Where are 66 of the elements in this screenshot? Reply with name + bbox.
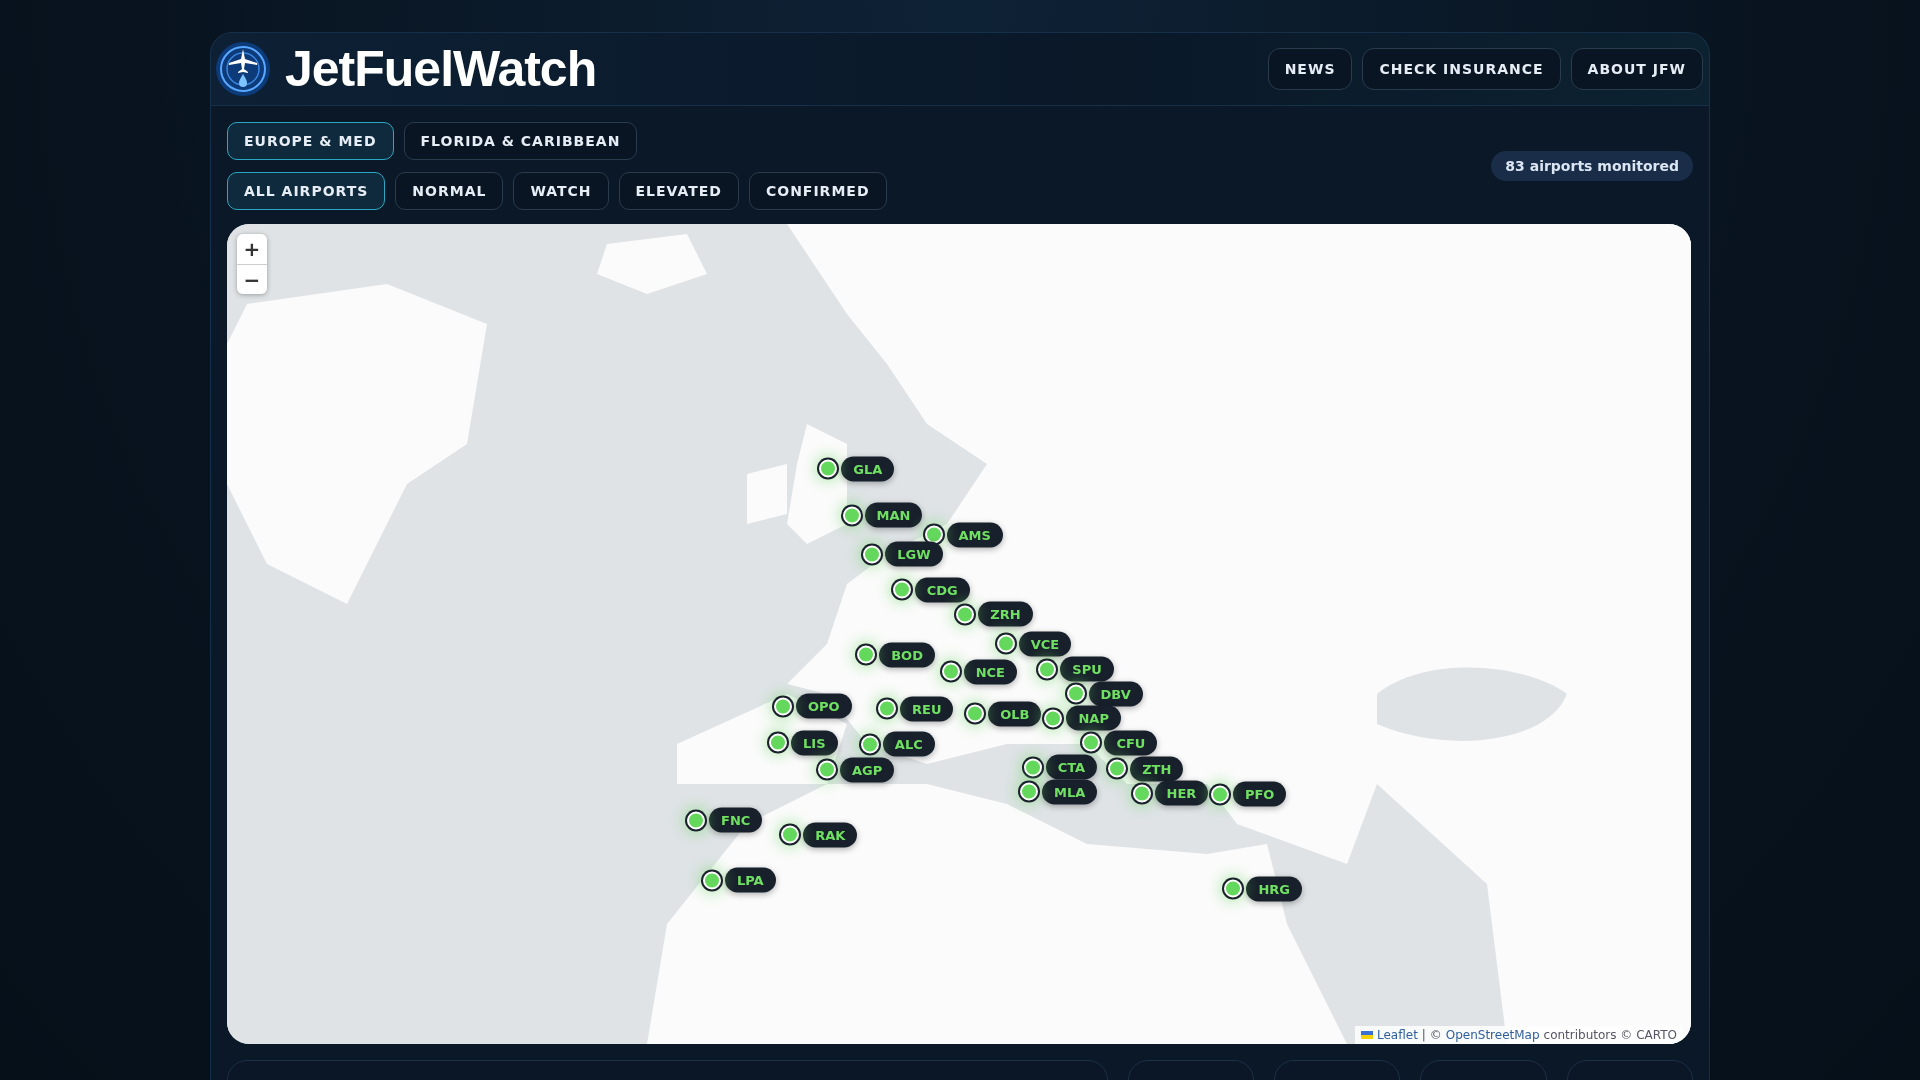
airport-marker-dot[interactable] [860,735,879,754]
airport-marker-dot[interactable] [819,459,838,478]
airport-marker-dot[interactable] [1038,660,1057,679]
openstreetmap-link[interactable]: OpenStreetMap [1445,1028,1540,1042]
airport-label[interactable]: OLB [988,701,1042,727]
filter-tab[interactable]: ELEVATED [618,172,739,210]
airport-label[interactable]: ZRH [978,601,1033,627]
attribution-text: contributors © CARTO [1543,1028,1677,1042]
airport-label[interactable]: REU [900,696,954,722]
zoom-in-button[interactable]: + [237,234,267,264]
plane-drop-icon [215,41,271,97]
filter-tab[interactable]: ALL AIRPORTS [227,172,386,210]
airport-label[interactable]: SPU [1060,657,1114,682]
zoom-out-button[interactable]: − [237,264,267,294]
region-tab[interactable]: FLORIDA & CARIBBEAN [403,122,638,160]
filter-tab[interactable]: WATCH [513,172,609,210]
airport-marker-dot[interactable] [966,704,985,723]
airport-marker-dot[interactable] [924,525,943,544]
airport-label[interactable]: AMS [946,522,1003,548]
airport-label[interactable]: NAP [1066,705,1121,731]
airport-marker-dot[interactable] [769,733,788,752]
airport-marker-dot[interactable] [996,634,1015,653]
airport-marker-dot[interactable] [773,697,792,716]
airport-marker-dot[interactable] [1082,733,1101,752]
region-tab[interactable]: EUROPE & MED [227,122,394,160]
flag-icon [1361,1031,1373,1039]
airport-label[interactable]: GLA [841,456,895,482]
airport-marker-dot[interactable] [863,545,882,564]
airport-marker-dot[interactable] [702,871,721,889]
airport-count-badge: 83 airports monitored [1491,151,1693,181]
airport-label[interactable]: RAK [803,822,858,848]
airport-label[interactable]: BOD [879,642,935,668]
airport-marker-dot[interactable] [1108,759,1127,778]
airport-marker-dot[interactable] [1020,782,1038,801]
airport-marker-dot[interactable] [842,506,861,525]
airport-marker-dot[interactable] [892,580,911,599]
airport-label[interactable]: ZTH [1130,756,1184,782]
nav-button[interactable]: ABOUT JFW [1570,48,1703,90]
nav-button[interactable]: NEWS [1267,48,1353,90]
app-title: JetFuelWatch [285,40,597,98]
filter-tab[interactable]: NORMAL [395,172,504,210]
airport-marker-dot[interactable] [1210,785,1229,804]
nav-button[interactable]: CHECK INSURANCE [1362,48,1561,90]
airport-marker-dot[interactable] [878,699,896,718]
airport-label[interactable]: LIS [791,730,838,756]
airport-label[interactable]: OPO [795,693,852,719]
airport-marker-dot[interactable] [781,825,800,844]
airport-marker-dot[interactable] [1132,784,1151,803]
airport-label[interactable]: DBV [1088,681,1143,707]
airport-label[interactable]: CFU [1104,730,1158,756]
airport-label[interactable]: HRG [1246,876,1302,902]
airport-marker-dot[interactable] [857,645,876,664]
airport-marker-dot[interactable] [1044,709,1063,728]
leaflet-link[interactable]: Leaflet [1377,1028,1418,1042]
airport-label[interactable]: FNC [709,807,763,833]
airport-marker-dot[interactable] [1023,758,1042,777]
attribution-text: | © [1421,1028,1442,1042]
filter-tab[interactable]: CONFIRMED [748,172,887,210]
airport-label[interactable]: AGP [840,757,895,783]
airport-marker-dot[interactable] [941,662,960,681]
airport-marker-dot[interactable] [1224,879,1243,898]
airport-label[interactable]: LGW [885,541,943,567]
airport-marker-dot[interactable] [687,811,706,829]
airport-marker-dot[interactable] [956,605,975,624]
airport-marker-dot[interactable] [818,760,836,779]
airport-marker-dot[interactable] [1066,684,1085,703]
